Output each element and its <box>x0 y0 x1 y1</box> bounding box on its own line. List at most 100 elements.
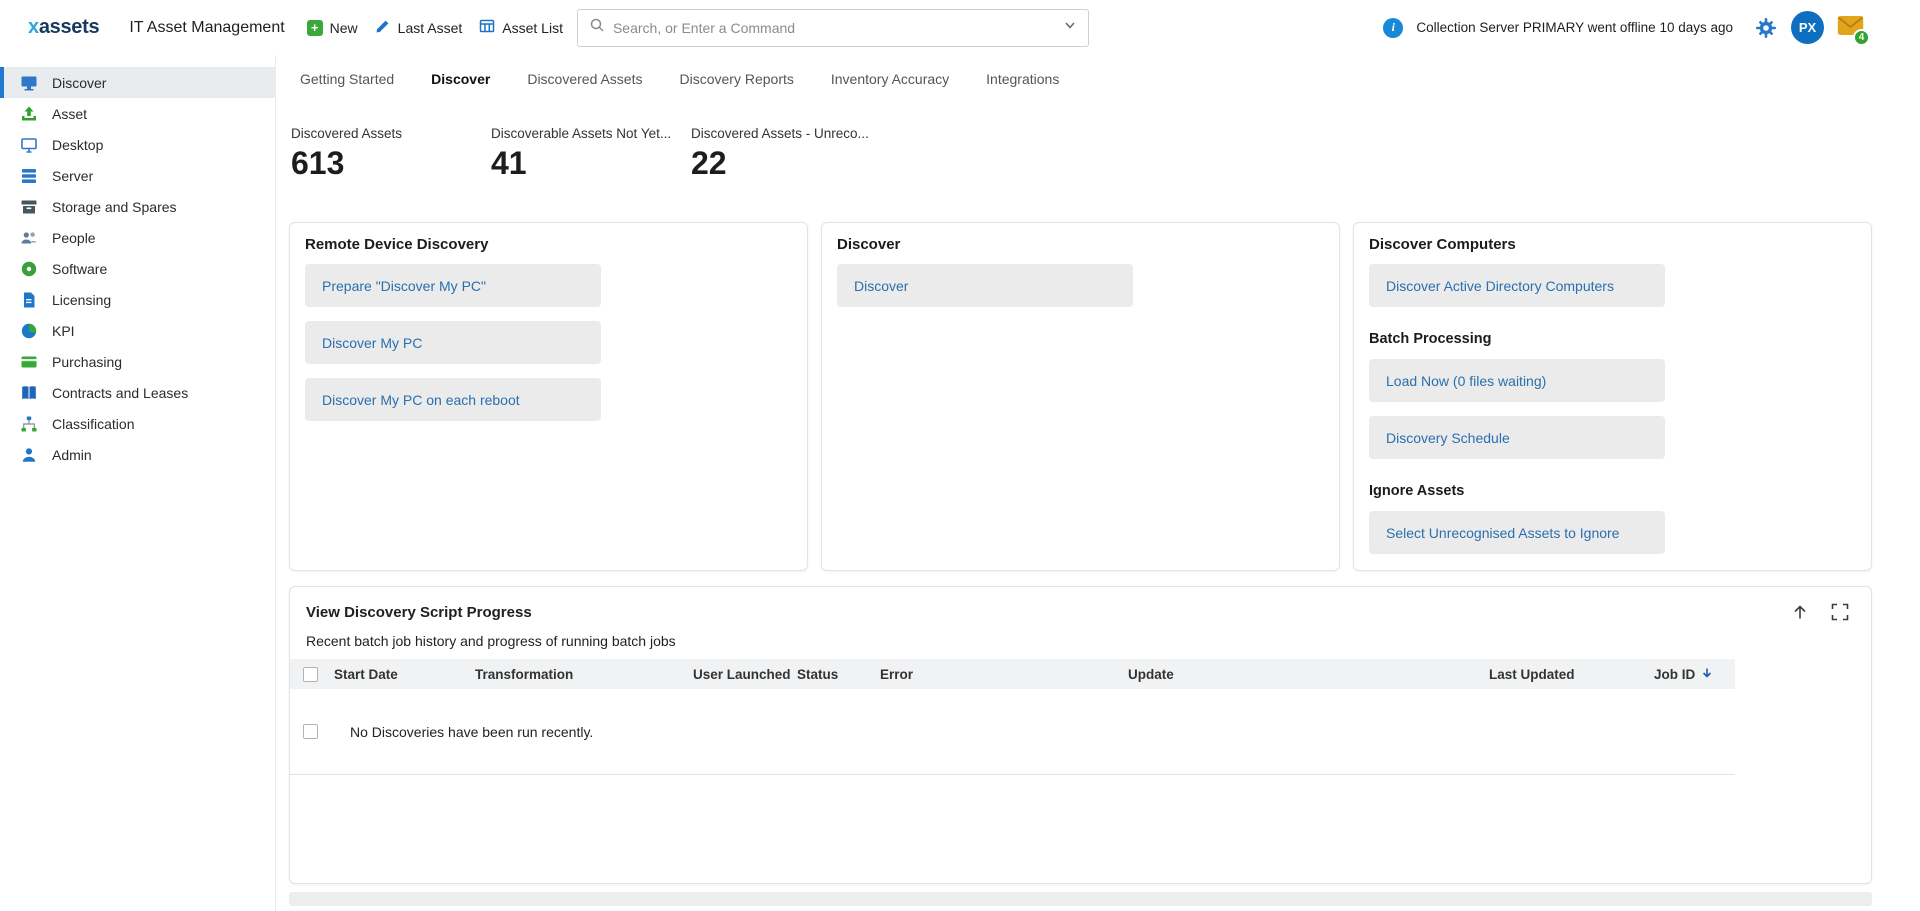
top-bar: xassets IT Asset Management New Last Ass… <box>0 0 1920 55</box>
tab-integrations[interactable]: Integrations <box>986 71 1059 87</box>
sidebar-item-purchasing[interactable]: Purchasing <box>0 346 275 377</box>
discover-my-pc-each-reboot-button[interactable]: Discover My PC on each reboot <box>305 378 601 421</box>
horizontal-scrollbar[interactable] <box>289 892 1872 906</box>
info-icon <box>1383 18 1403 38</box>
expand-fullscreen-icon[interactable] <box>1831 603 1849 621</box>
new-button-label: New <box>330 20 358 36</box>
tab-discovery-reports[interactable]: Discovery Reports <box>680 71 794 87</box>
sidebar-item-classification[interactable]: Classification <box>0 408 275 439</box>
plus-icon <box>307 20 323 36</box>
mail-unread-badge: 4 <box>1853 29 1870 46</box>
sidebar-item-contracts-and-leases[interactable]: Contracts and Leases <box>0 377 275 408</box>
stats-row: Discovered Assets 613 Discoverable Asset… <box>289 126 1872 182</box>
stat-discoverable-not-yet: Discoverable Assets Not Yet... 41 <box>491 126 691 182</box>
empty-table-message: No Discoveries have been run recently. <box>334 724 1735 740</box>
sidebar-item-licensing[interactable]: Licensing <box>0 284 275 315</box>
col-job-id-label: Job ID <box>1654 667 1695 682</box>
sidebar-item-label: People <box>52 230 96 246</box>
ignore-assets-heading: Ignore Assets <box>1369 483 1856 499</box>
app-title: IT Asset Management <box>129 19 284 37</box>
discover-button[interactable]: Discover <box>837 264 1133 307</box>
discover-monitor-icon <box>19 74 39 92</box>
col-start-date[interactable]: Start Date <box>334 667 475 682</box>
person-icon <box>19 446 39 464</box>
stat-discovered-assets: Discovered Assets 613 <box>291 126 491 182</box>
sidebar-item-label: KPI <box>52 323 75 339</box>
search-input[interactable] <box>613 20 1055 36</box>
col-status[interactable]: Status <box>797 667 880 682</box>
sidebar-item-label: Purchasing <box>52 354 122 370</box>
asset-list-button[interactable]: Asset List <box>479 18 563 37</box>
sidebar-item-storage-and-spares[interactable]: Storage and Spares <box>0 191 275 222</box>
sidebar-item-admin[interactable]: Admin <box>0 439 275 470</box>
software-disc-icon <box>19 260 39 278</box>
sidebar-item-asset[interactable]: Asset <box>0 98 275 129</box>
edit-icon <box>375 18 391 37</box>
row-checkbox[interactable] <box>303 724 318 739</box>
col-transformation[interactable]: Transformation <box>475 667 693 682</box>
select-unrecognised-assets-button[interactable]: Select Unrecognised Assets to Ignore <box>1369 511 1665 554</box>
xassets-logo: xassets <box>28 16 99 39</box>
remote-device-discovery-card: Remote Device Discovery Prepare "Discove… <box>289 222 808 571</box>
discovery-script-progress-panel: View Discovery Script Progress Recent ba… <box>289 586 1872 884</box>
sidebar-item-desktop[interactable]: Desktop <box>0 129 275 160</box>
purchase-card-icon <box>19 353 39 371</box>
search-icon <box>589 17 605 38</box>
sidebar-item-label: Asset <box>52 106 87 122</box>
col-error[interactable]: Error <box>880 667 1128 682</box>
main-content: Getting Started Discover Discovered Asse… <box>276 55 1920 911</box>
collapse-up-arrow-icon[interactable] <box>1791 603 1809 621</box>
chevron-down-icon[interactable] <box>1063 18 1077 37</box>
sidebar-item-label: Server <box>52 168 93 184</box>
tab-discover[interactable]: Discover <box>431 71 490 87</box>
load-now-button[interactable]: Load Now (0 files waiting) <box>1369 359 1665 402</box>
tab-bar: Getting Started Discover Discovered Asse… <box>289 62 1872 96</box>
people-icon <box>19 229 39 247</box>
tab-inventory-accuracy[interactable]: Inventory Accuracy <box>831 71 949 87</box>
messages-button[interactable]: 4 <box>1837 15 1864 41</box>
col-last-updated[interactable]: Last Updated <box>1489 667 1654 682</box>
col-job-id[interactable]: Job ID <box>1654 666 1735 683</box>
sort-desc-icon <box>1700 666 1714 683</box>
prepare-discover-my-pc-button[interactable]: Prepare "Discover My PC" <box>305 264 601 307</box>
discover-active-directory-button[interactable]: Discover Active Directory Computers <box>1369 264 1665 307</box>
sidebar-item-label: Storage and Spares <box>52 199 177 215</box>
new-button[interactable]: New <box>307 20 358 36</box>
stat-value: 41 <box>491 145 691 182</box>
hierarchy-icon <box>19 415 39 433</box>
card-title: Remote Device Discovery <box>305 236 792 254</box>
license-document-icon <box>19 291 39 309</box>
col-user-launched[interactable]: User Launched <box>693 667 797 682</box>
last-asset-button[interactable]: Last Asset <box>375 18 463 37</box>
batch-processing-heading: Batch Processing <box>1369 331 1856 347</box>
discover-card: Discover Discover <box>821 222 1340 571</box>
server-offline-notification: Collection Server PRIMARY went offline 1… <box>1416 20 1733 35</box>
sidebar-item-label: Licensing <box>52 292 111 308</box>
logo-x: x <box>28 16 39 38</box>
panel-title: View Discovery Script Progress <box>306 604 532 621</box>
stat-label: Discovered Assets <box>291 126 491 141</box>
tab-discovered-assets[interactable]: Discovered Assets <box>527 71 642 87</box>
sidebar-item-people[interactable]: People <box>0 222 275 253</box>
col-update[interactable]: Update <box>1128 667 1489 682</box>
sidebar-item-label: Contracts and Leases <box>52 385 188 401</box>
sidebar: Discover Asset Desktop Server <box>0 55 276 911</box>
sidebar-item-kpi[interactable]: KPI <box>0 315 275 346</box>
sidebar-item-software[interactable]: Software <box>0 253 275 284</box>
card-title: Discover <box>837 236 1324 254</box>
user-avatar[interactable]: PX <box>1791 11 1824 44</box>
app-window: xassets IT Asset Management New Last Ass… <box>0 0 1920 911</box>
select-all-checkbox[interactable] <box>303 667 318 682</box>
pie-chart-icon <box>19 322 39 340</box>
discover-my-pc-button[interactable]: Discover My PC <box>305 321 601 364</box>
sidebar-item-discover[interactable]: Discover <box>0 67 275 98</box>
gear-icon[interactable] <box>1754 16 1778 40</box>
stat-unrecognised: Discovered Assets - Unreco... 22 <box>691 126 891 182</box>
discovery-schedule-button[interactable]: Discovery Schedule <box>1369 416 1665 459</box>
sidebar-item-server[interactable]: Server <box>0 160 275 191</box>
discover-computers-card: Discover Computers Discover Active Direc… <box>1353 222 1872 571</box>
stat-label: Discovered Assets - Unreco... <box>691 126 891 141</box>
top-actions: New Last Asset Asset List <box>307 18 563 37</box>
tab-getting-started[interactable]: Getting Started <box>300 71 394 87</box>
stat-value: 613 <box>291 145 491 182</box>
